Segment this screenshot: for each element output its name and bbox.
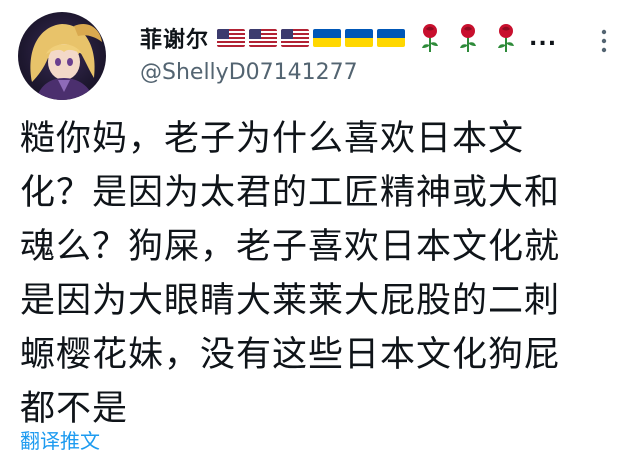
rose-icon xyxy=(417,23,443,53)
us-flag-icon xyxy=(249,29,278,47)
ukraine-flag-icon xyxy=(313,29,342,47)
tweet-text-line: 都不是 xyxy=(20,389,129,429)
tweet-text: 糙你妈，老子为什么喜欢日本文 化？是因为太君的工匠精神或大和 魂么？狗屎，老子喜… xyxy=(20,112,632,436)
translate-tweet-link[interactable]: 翻译推文 xyxy=(20,425,100,454)
tweet-text-line: 魂么？狗屎，老子喜欢日本文化就 xyxy=(20,227,561,267)
more-options-icon[interactable] xyxy=(596,28,612,54)
display-name-row[interactable]: 菲谢尔 ... xyxy=(140,22,557,54)
rose-icon xyxy=(493,23,519,53)
ukraine-flag-icon xyxy=(377,29,406,47)
truncation-dots: ... xyxy=(529,25,558,51)
display-name[interactable]: 菲谢尔 xyxy=(140,22,209,54)
tweet-text-line: 糙你妈，老子为什么喜欢日本文 xyxy=(20,119,525,159)
avatar[interactable] xyxy=(18,12,106,100)
ukraine-flag-icon xyxy=(345,29,374,47)
tweet-header: 菲谢尔 ... @ShellyD07141277 xyxy=(0,0,640,104)
us-flag-icon xyxy=(281,29,310,47)
tweet-text-line: 化？是因为太君的工匠精神或大和 xyxy=(20,173,561,213)
us-flag-icon xyxy=(217,29,246,47)
user-handle[interactable]: @ShellyD07141277 xyxy=(140,60,358,85)
rose-icon xyxy=(455,23,481,53)
tweet-text-line: 螈樱花妹，没有这些日本文化狗屁 xyxy=(20,335,561,375)
tweet-text-line: 是因为大眼睛大莱莱大屁股的二刺 xyxy=(20,281,561,321)
